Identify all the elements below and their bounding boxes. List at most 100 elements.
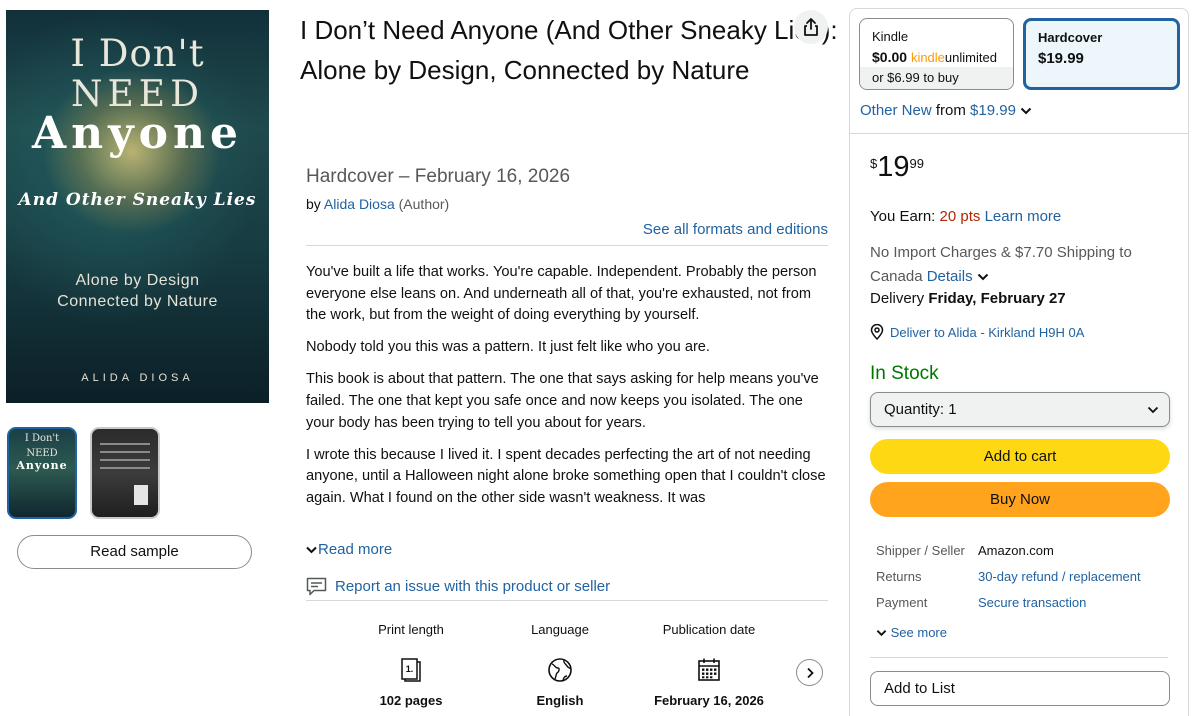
detail-value: English [536,693,584,708]
divider [870,657,1168,658]
buy-box: Kindle $0.00 kindleunlimited or $6.99 to… [849,8,1189,716]
delivery-date: Delivery Friday, February 27 [870,290,1066,307]
deliver-to-location-link[interactable]: Deliver to Alida - Kirkland H9H 0A [870,324,1084,340]
svg-text:1.: 1. [406,664,414,674]
details-next-button[interactable] [796,659,823,686]
thumb-title-line1: I Don't [24,433,60,444]
detail-publication-date: Publication date February 16, 2026 [624,622,794,708]
quantity-dropdown[interactable]: Quantity: 1 [870,392,1170,427]
other-new-label: Other New [860,102,932,119]
info-label: Returns [876,569,922,584]
book-cover-image[interactable]: I Don't NEED Anyone And Other Sneaky Lie… [6,10,269,403]
thumbnail-front-cover[interactable]: I Don't NEED Anyone [7,427,77,519]
kindle-buy-amount: or $6.99 [872,70,920,85]
divider [850,133,1188,134]
back-cover-text-line [100,459,150,461]
info-value: Amazon.com [978,543,1054,558]
delivery-date-value: Friday, February 27 [928,290,1066,307]
add-to-list-button[interactable]: Add to List [870,671,1170,706]
stock-status: In Stock [870,363,939,384]
divider [306,245,828,246]
author-link[interactable]: Alida Diosa [324,196,395,212]
description-paragraph: This book is about that pattern. The one… [306,371,819,431]
chevron-down-icon [306,541,318,558]
see-more-link[interactable]: See more [876,625,947,640]
info-label: Shipper / Seller [876,543,965,558]
earn-points-value: 20 pts [939,208,981,225]
report-flag-icon [306,577,327,596]
report-issue-link[interactable]: Report an issue with this product or sel… [306,577,610,596]
shipping-text: No Import Charges & $7.70 Shipping to Ca… [870,244,1132,285]
cover-subtitle: And Other Sneaky Lies [18,190,257,210]
kindle-buy-suffix: to buy [923,70,959,85]
location-pin-icon [870,324,884,340]
see-more-label: See more [890,625,947,640]
read-more-label: Read more [318,541,393,558]
returns-policy-link[interactable]: 30-day refund / replacement [978,569,1141,584]
share-icon [804,18,818,36]
cover-title-line3: Anyone [31,108,244,159]
format-price: $19.99 [1038,50,1084,67]
kindle-buy-price: or $6.99 to buy [860,67,1013,89]
shipping-info: No Import Charges & $7.70 Shipping to Ca… [870,241,1175,289]
thumbnail-back-cover[interactable] [90,427,160,519]
chevron-down-icon [977,273,988,281]
chevron-down-icon [876,630,887,637]
detail-label: Language [531,622,589,637]
price-currency: $ [870,156,878,171]
description-fade [306,510,828,536]
delivery-prefix: Delivery [870,290,925,307]
secure-transaction-link[interactable]: Secure transaction [978,595,1086,610]
other-new-price: $19.99 [970,102,1016,119]
learn-more-link[interactable]: Learn more [985,208,1062,225]
see-all-formats-link[interactable]: See all formats and editions [643,221,828,238]
byline: by Alida Diosa (Author) [306,196,449,212]
page-icon: 1. [326,650,496,690]
read-sample-button[interactable]: Read sample [17,535,252,569]
author-role: (Author) [398,196,450,212]
chevron-down-icon [1147,393,1159,426]
add-to-cart-button[interactable]: Add to cart [870,439,1170,474]
back-cover-text-line [100,443,150,445]
other-new-from: from [935,102,966,119]
description-paragraph: You've built a life that works. You're c… [306,264,817,324]
cover-tagline-2: Connected by Nature [57,293,218,310]
share-button[interactable] [794,10,828,44]
thumb-title-line3: Anyone [16,459,68,472]
cover-title-line1: I Don't [70,32,205,75]
cover-tagline-1: Alone by Design [75,272,200,289]
detail-label: Print length [378,622,444,637]
format-option-hardcover[interactable]: Hardcover $19.99 [1023,18,1180,90]
price-display: $ 19 99 [870,151,924,183]
format-price: $0.00 kindleunlimited [872,49,997,65]
kindle-unlimited-logo: kindleunlimited [910,50,997,65]
read-more-link[interactable]: Read more [306,541,392,558]
earn-points: You Earn: 20 pts Learn more [870,208,1061,225]
detail-value: 102 pages [379,693,443,708]
product-title: I Don’t Need Anyone (And Other Sneaky Li… [300,15,838,85]
detail-value: February 16, 2026 [654,693,764,708]
description-paragraph: I wrote this because I lived it. I spent… [306,446,826,506]
buy-now-button[interactable]: Buy Now [870,482,1170,517]
shipping-details-link[interactable]: Details [927,268,989,285]
price-whole: 19 [877,151,910,183]
format-option-kindle[interactable]: Kindle $0.00 kindleunlimited or $6.99 to… [859,18,1014,90]
price-fraction: 99 [909,156,924,171]
other-new-offers-link[interactable]: Other New from $19.99 [860,102,1032,119]
thumb-title-line2: NEED [26,448,58,459]
detail-label: Publication date [662,622,756,637]
quantity-label: Quantity: [884,401,945,418]
back-cover-text-line [100,467,150,469]
format-name: Hardcover [1038,30,1103,45]
info-label: Payment [876,595,928,610]
deliver-to-label: Deliver to Alida - Kirkland H9H 0A [890,324,1085,340]
globe-icon [475,650,645,690]
format-and-date: Hardcover – February 16, 2026 [306,166,571,187]
chevron-down-icon [1020,107,1032,115]
report-issue-label: Report an issue with this product or sel… [335,578,611,595]
chevron-right-icon [806,667,814,678]
detail-language: Language English [475,622,645,708]
detail-print-length: Print length 1. 102 pages [326,622,496,708]
quantity-value: 1 [948,401,957,418]
product-description: You've built a life that works. You're c… [306,262,828,532]
